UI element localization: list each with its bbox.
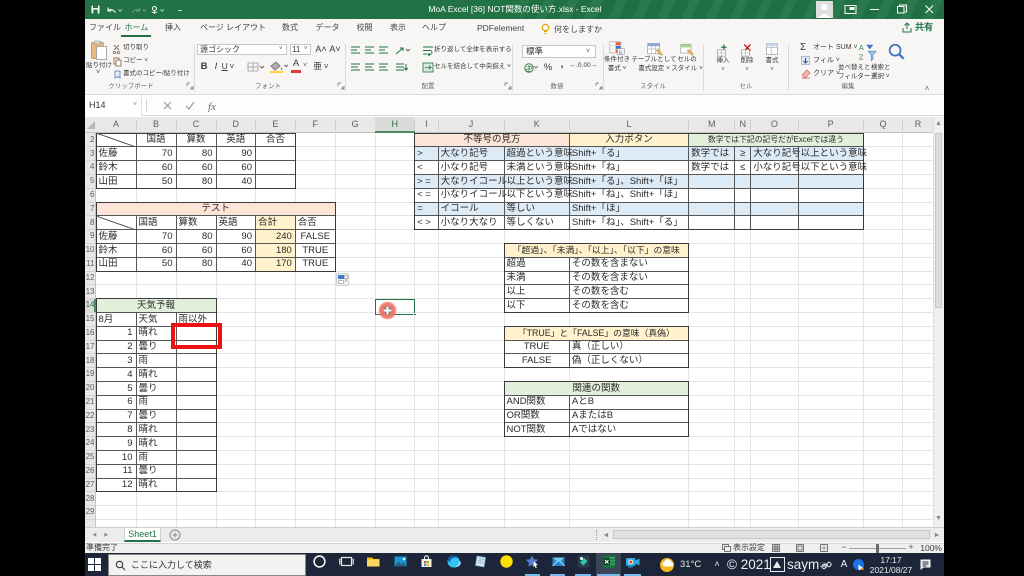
- svg-text:Z: Z: [859, 52, 864, 61]
- svg-text:fx: fx: [208, 101, 216, 112]
- svg-text:A: A: [859, 43, 864, 52]
